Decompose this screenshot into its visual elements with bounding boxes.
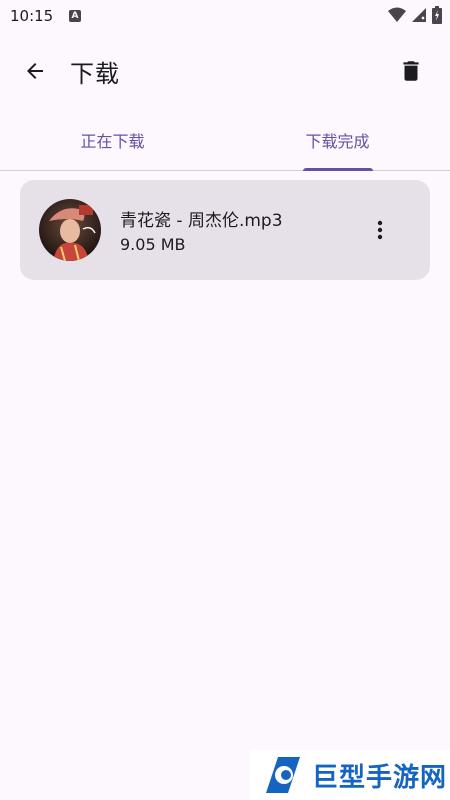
- delete-icon: [403, 61, 419, 81]
- album-art: [39, 199, 101, 261]
- list-item[interactable]: 青花瓷 - 周杰伦.mp3 9.05 MB: [20, 180, 430, 280]
- album-art-image: [39, 199, 101, 261]
- page-title: 下载: [70, 60, 120, 88]
- watermark: 巨型手游网: [250, 750, 450, 800]
- wifi-icon: [388, 7, 406, 22]
- file-size: 9.05 MB: [120, 235, 186, 254]
- tab-row: 正在下载 下载完成: [0, 110, 450, 171]
- back-button[interactable]: [16, 52, 54, 90]
- song-title: 青花瓷 - 周杰伦.mp3: [120, 211, 283, 231]
- top-app-bar: 下载: [0, 34, 450, 106]
- tab-label: 下载完成: [305, 132, 370, 151]
- tab-completed[interactable]: 下载完成: [225, 110, 450, 170]
- signal-icon: [412, 8, 426, 22]
- arrow-back-icon: [27, 63, 43, 79]
- screen: 10:15 A 下载 正在下载 下载完成 青花瓷 - 周杰伦.mp3 9.05 …: [0, 0, 450, 800]
- battery-icon: [432, 6, 442, 24]
- status-bar: 10:15 A: [0, 0, 450, 34]
- tab-downloading[interactable]: 正在下载: [0, 110, 225, 170]
- download-list: 青花瓷 - 周杰伦.mp3 9.05 MB: [20, 180, 430, 280]
- delete-button[interactable]: [392, 52, 430, 90]
- status-icons: [388, 6, 442, 24]
- tab-label: 正在下载: [80, 132, 145, 151]
- more-vert-icon: [377, 220, 383, 240]
- status-time: 10:15: [10, 7, 54, 25]
- tab-indicator: [303, 168, 373, 171]
- watermark-logo-icon: [266, 757, 300, 793]
- watermark-text: 巨型手游网: [312, 762, 448, 793]
- more-options-button[interactable]: [364, 214, 396, 246]
- text-a-icon: A: [69, 10, 81, 22]
